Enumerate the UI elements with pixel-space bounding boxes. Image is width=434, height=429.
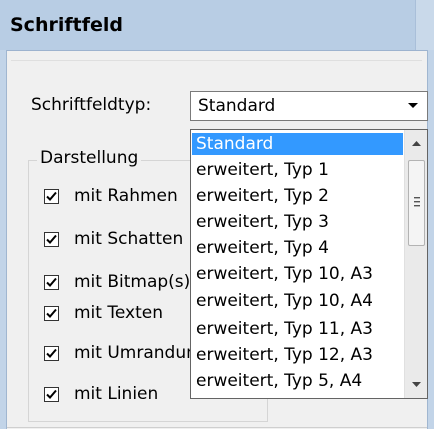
checkbox-checked-icon[interactable] <box>44 274 59 290</box>
checkbox-checked-icon[interactable] <box>44 386 59 402</box>
checkbox-checked-icon[interactable] <box>44 345 59 361</box>
combobox-value: Standard <box>198 96 276 116</box>
dropdown-option-selected[interactable]: Standard <box>192 133 403 155</box>
checkbox-checked-icon[interactable] <box>44 231 59 247</box>
checkbox-mit-rahmen[interactable]: mit Rahmen <box>44 183 178 209</box>
dropdown-option[interactable]: erweitert, Typ 10, A4 <box>192 290 403 312</box>
window-title: Schriftfeld <box>10 14 123 36</box>
checkbox-mit-umrandung[interactable]: mit Umrandung <box>44 340 208 366</box>
schriftfeldtyp-combobox[interactable]: Standard <box>190 91 428 121</box>
dropdown-option[interactable]: erweitert, Typ 4 <box>192 237 403 259</box>
dropdown-option[interactable]: erweitert, Typ 12, A3 <box>192 344 403 366</box>
checkbox-label: mit Rahmen <box>74 186 178 206</box>
schriftfeldtyp-dropdown-list[interactable]: Standard erweitert, Typ 1 erweitert, Typ… <box>190 129 428 399</box>
schriftfeldtyp-label: Schriftfeldtyp: <box>31 95 152 115</box>
window-frame-left <box>0 50 7 429</box>
checkbox-label: mit Texten <box>74 303 163 323</box>
checkbox-label: mit Linien <box>74 384 159 404</box>
dropdown-option[interactable]: erweitert, Typ 11, A3 <box>192 318 403 340</box>
dropdown-option[interactable]: erweitert, Typ 2 <box>192 185 403 207</box>
title-bar[interactable]: Schriftfeld <box>0 0 434 51</box>
dropdown-option[interactable]: erweitert, Typ 5, A4 <box>192 370 403 392</box>
checkbox-checked-icon[interactable] <box>44 305 59 321</box>
checkbox-label: mit Bitmap(s) <box>74 272 191 292</box>
scrollbar-thumb[interactable] <box>408 160 425 246</box>
scroll-up-arrow-icon[interactable] <box>405 133 427 153</box>
dialog-bottom-edge <box>7 427 427 428</box>
darstellung-legend: Darstellung <box>37 148 142 168</box>
title-bar-edge <box>415 0 434 50</box>
dropdown-scrollbar[interactable] <box>404 130 427 398</box>
checkbox-mit-schatten[interactable]: mit Schatten <box>44 226 183 252</box>
checkbox-label: mit Schatten <box>74 229 184 249</box>
checkbox-mit-linien[interactable]: mit Linien <box>44 381 158 407</box>
divider <box>11 60 422 61</box>
dropdown-option[interactable]: erweitert, Typ 1 <box>192 159 403 181</box>
grip-icon <box>414 197 420 207</box>
dropdown-option[interactable]: erweitert, Typ 3 <box>192 211 403 233</box>
checkbox-mit-texten[interactable]: mit Texten <box>44 300 163 326</box>
checkbox-checked-icon[interactable] <box>44 188 59 204</box>
dropdown-option[interactable]: erweitert, Typ 10, A3 <box>192 263 403 285</box>
checkbox-mit-bitmaps[interactable]: mit Bitmap(s) <box>44 269 190 295</box>
chevron-down-icon[interactable] <box>402 94 424 118</box>
checkbox-label: mit Umrandung <box>74 343 208 363</box>
scroll-down-arrow-icon[interactable] <box>405 375 427 395</box>
window-frame-right <box>427 50 434 429</box>
